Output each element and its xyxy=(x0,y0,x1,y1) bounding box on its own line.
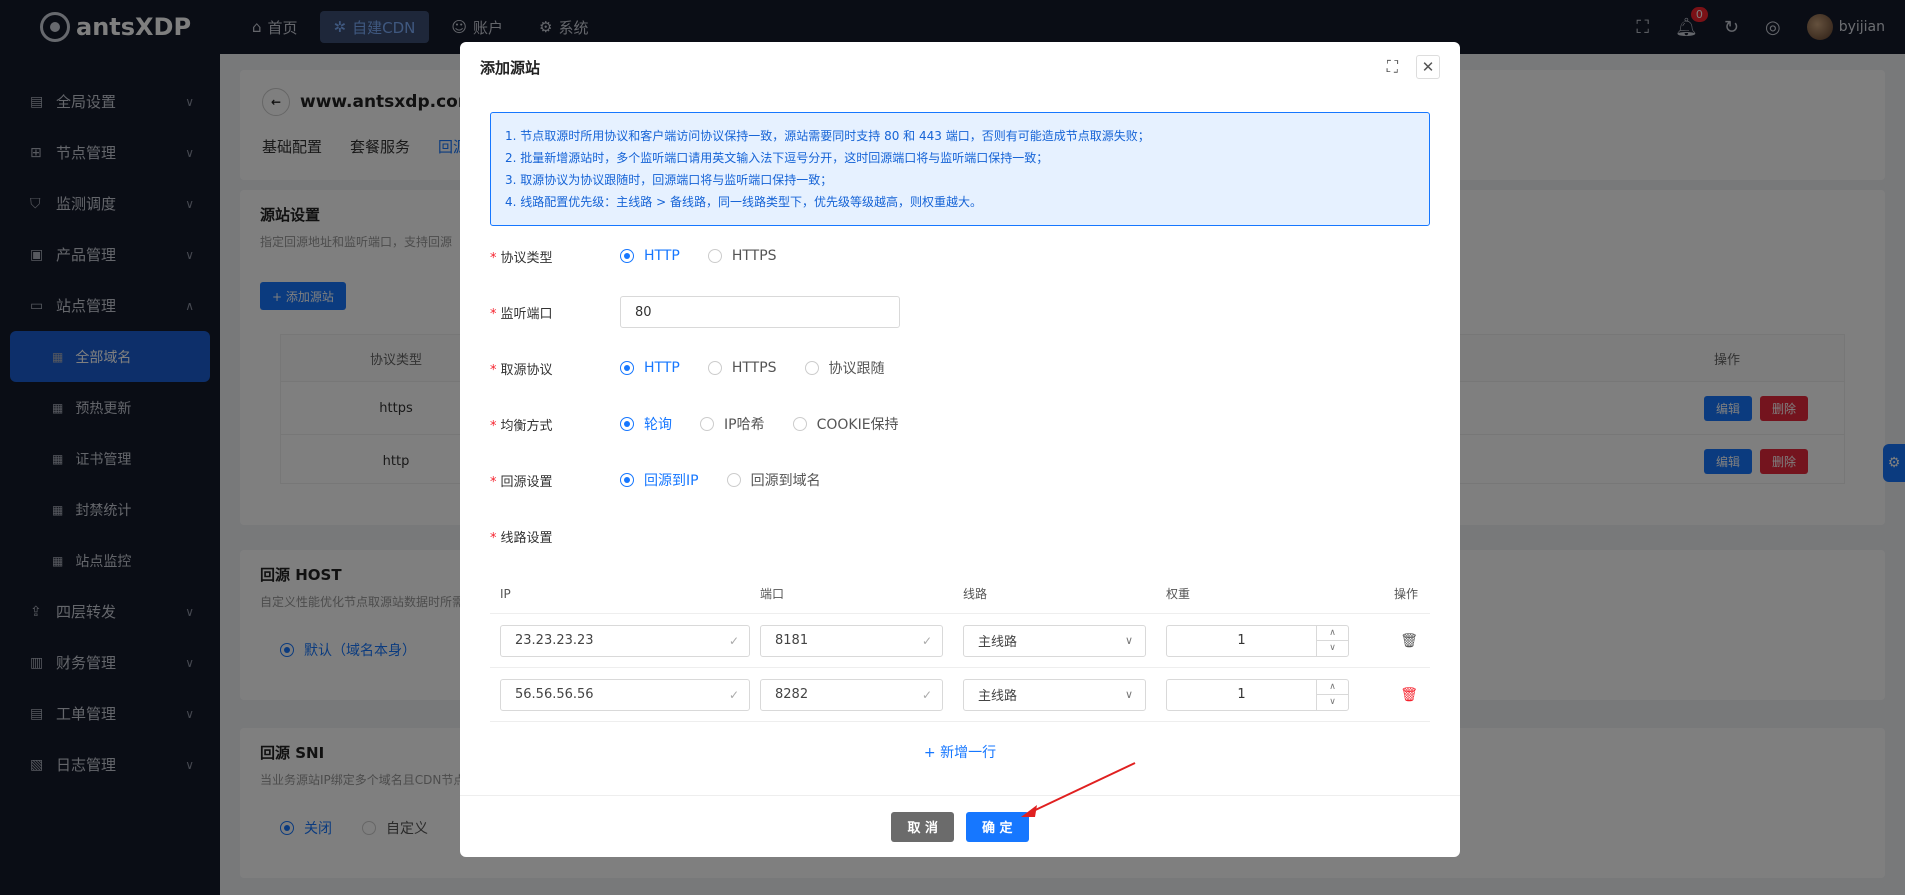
origin-protocol-row: * 取源协议 HTTP HTTPS 协议跟随 xyxy=(490,358,885,378)
origin-by-ip-radio[interactable]: 回源到IP xyxy=(620,470,699,490)
decrement-icon[interactable]: ∨ xyxy=(1317,640,1348,656)
weight-stepper[interactable]: 1 ∧ ∨ xyxy=(1166,678,1349,711)
add-row-button[interactable]: + 新增一行 xyxy=(490,742,1430,762)
listen-port-row: * 监听端口 80 xyxy=(490,284,1460,340)
check-circle-icon: ✓ xyxy=(921,687,932,702)
chevron-down-icon: ∨ xyxy=(1124,688,1133,701)
check-circle-icon: ✓ xyxy=(921,633,932,648)
origin-by-domain-radio[interactable]: 回源到域名 xyxy=(726,470,821,490)
increment-icon[interactable]: ∧ xyxy=(1317,626,1348,641)
lines-row: * 线路设置 xyxy=(490,530,553,546)
balance-row: * 均衡方式 轮询 IP哈希 COOKIE保持 xyxy=(490,396,1460,452)
back-to-origin-label: 回源设置 xyxy=(500,474,553,490)
close-button[interactable]: ✕ xyxy=(1416,55,1440,79)
notice-line: 3. 取源协议为协议跟随时，回源端口将与监听端口保持一致； xyxy=(505,173,833,187)
dialog-footer: 取 消 确 定 xyxy=(460,795,1460,857)
lines-table: IP 端口 线路 权重 操作 23.23.23.23 ✓ 8181 ✓ 主线路 ∨ 1… xyxy=(490,574,1430,762)
protocol-https-radio[interactable]: HTTPS xyxy=(707,248,777,264)
back-to-origin-row: * 回源设置 回源到IP 回源到域名 xyxy=(490,452,1460,508)
notice-line: 4. 线路配置优先级：主线路 > 备线路，同一线路类型下，优先级等级越高，则权重… xyxy=(505,195,982,209)
check-circle-icon: ✓ xyxy=(728,633,739,648)
balance-roundrobin-radio[interactable]: 轮询 xyxy=(620,414,672,434)
close-icon: ✕ xyxy=(1421,58,1435,76)
ip-input[interactable]: 56.56.56.56 ✓ xyxy=(500,678,750,711)
origin-follow-radio[interactable]: 协议跟随 xyxy=(804,358,885,378)
protocol-http-radio[interactable]: HTTP xyxy=(620,248,680,264)
line-select[interactable]: 主线路 ∨ xyxy=(963,678,1146,711)
cancel-button[interactable]: 取 消 xyxy=(891,811,954,842)
port-input[interactable]: 8181 ✓ xyxy=(760,624,943,657)
port-input[interactable]: 8282 ✓ xyxy=(760,678,943,711)
trash-icon[interactable]: 🗑︎ xyxy=(1400,687,1418,703)
check-circle-icon: ✓ xyxy=(728,687,739,702)
decrement-icon[interactable]: ∨ xyxy=(1317,694,1348,710)
dialog-header: 添加源站 ⛶ ✕ xyxy=(460,42,1460,92)
balance-cookie-radio[interactable]: COOKIE保持 xyxy=(792,414,899,434)
origin-http-radio[interactable]: HTTP xyxy=(620,358,680,378)
lines-table-header: IP 端口 线路 权重 操作 xyxy=(490,574,1430,614)
weight-stepper[interactable]: 1 ∧ ∨ xyxy=(1166,624,1349,657)
listen-port-input[interactable]: 80 xyxy=(620,296,900,328)
chevron-down-icon: ∨ xyxy=(1124,634,1133,647)
protocol-type-label: 协议类型 xyxy=(500,250,553,266)
ip-input[interactable]: 23.23.23.23 ✓ xyxy=(500,624,750,657)
notice-line: 1. 节点取源时所用协议和客户端访问协议保持一致，源站需要同时支持 80 和 4… xyxy=(505,129,1150,143)
protocol-type-row: * 协议类型 HTTP HTTPS xyxy=(490,248,777,266)
add-origin-dialog: 添加源站 ⛶ ✕ 1. 节点取源时所用协议和客户端访问协议保持一致，源站需要同时… xyxy=(460,42,1460,857)
notice-line: 2. 批量新增源站时，多个监听端口请用英文输入法下逗号分开，这时回源端口将与监听… xyxy=(505,151,1049,165)
lines-label: 线路设置 xyxy=(500,530,553,546)
table-row: 23.23.23.23 ✓ 8181 ✓ 主线路 ∨ 1 ∧ ∨ 🗑︎ xyxy=(490,614,1430,668)
origin-protocol-label: 取源协议 xyxy=(500,362,553,378)
annotation-arrow xyxy=(1021,762,1136,817)
balance-iphash-radio[interactable]: IP哈希 xyxy=(700,414,765,434)
line-select[interactable]: 主线路 ∨ xyxy=(963,624,1146,657)
dialog-title: 添加源站 xyxy=(480,58,541,77)
table-row: 56.56.56.56 ✓ 8282 ✓ 主线路 ∨ 1 ∧ ∨ 🗑︎ xyxy=(490,668,1430,722)
listen-port-label: 监听端口 xyxy=(500,306,553,322)
balance-label: 均衡方式 xyxy=(500,418,553,434)
trash-icon[interactable]: 🗑︎ xyxy=(1400,633,1418,649)
origin-https-radio[interactable]: HTTPS xyxy=(707,358,777,378)
maximize-icon[interactable]: ⛶ xyxy=(1387,57,1398,77)
increment-icon[interactable]: ∧ xyxy=(1317,680,1348,695)
notice-box: 1. 节点取源时所用协议和客户端访问协议保持一致，源站需要同时支持 80 和 4… xyxy=(490,112,1430,226)
